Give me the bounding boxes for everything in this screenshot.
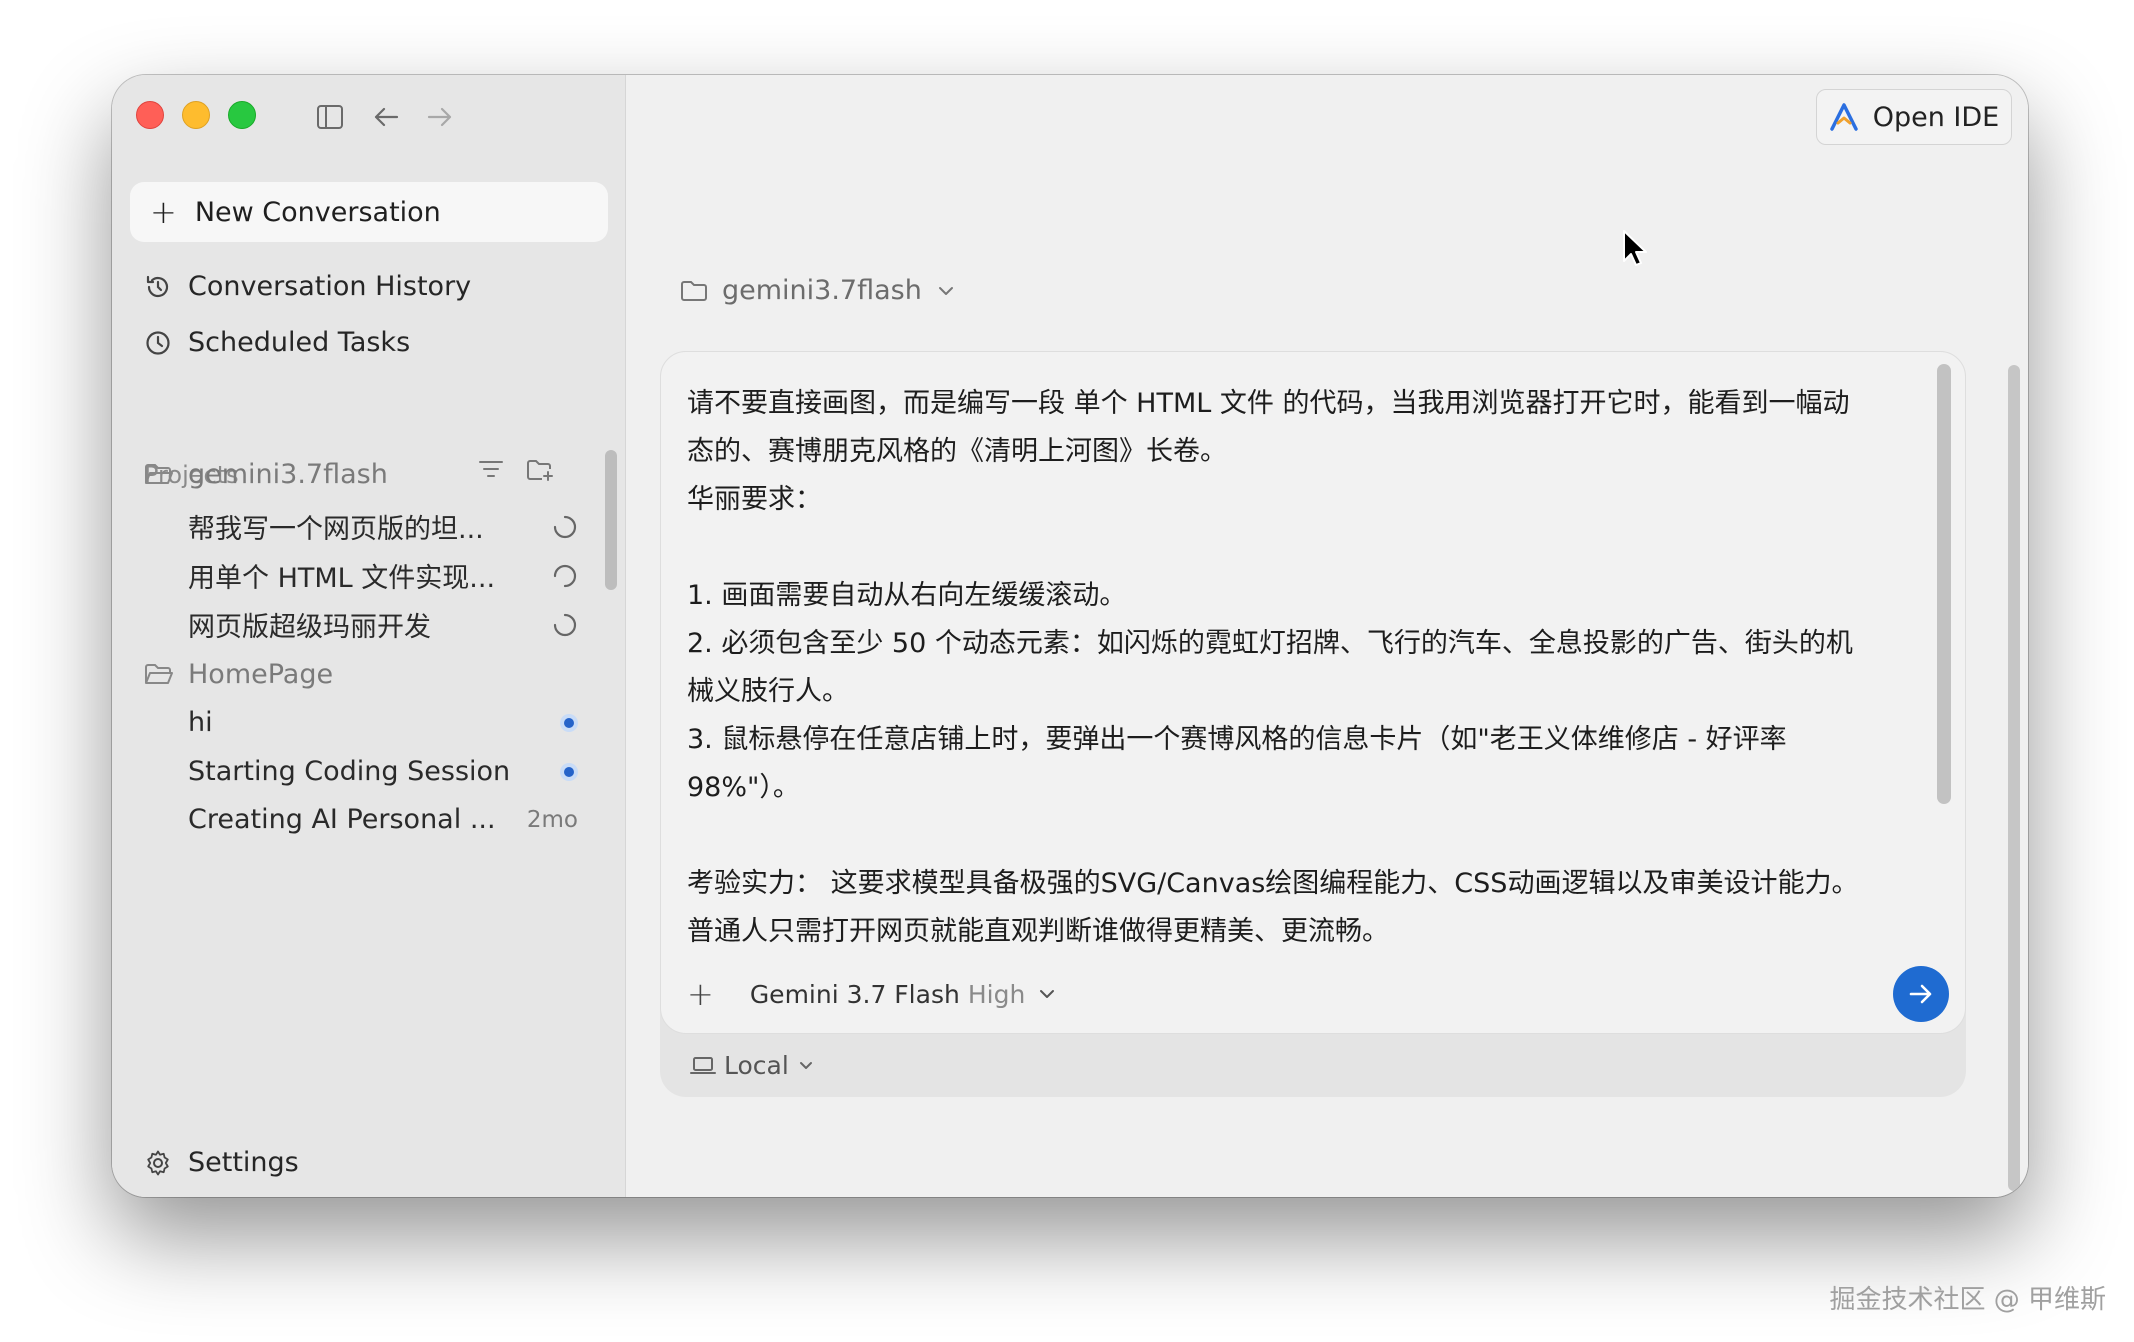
filter-icon[interactable]	[478, 458, 504, 480]
back-arrow-icon[interactable]	[370, 101, 402, 133]
sidebar-toggle-icon[interactable]	[314, 101, 346, 133]
composer-toolbar: + Gemini 3.7 Flash High	[687, 962, 1949, 1026]
conversation-title: hi	[188, 707, 213, 738]
close-window-button[interactable]	[136, 101, 164, 129]
forward-arrow-icon[interactable]	[424, 101, 456, 133]
sidebar: + New Conversation Conversation History …	[112, 75, 626, 1197]
prompt-line: 华丽要求：	[687, 484, 822, 515]
environment-label: Local	[724, 1051, 789, 1080]
new-conversation-button[interactable]: + New Conversation	[130, 182, 608, 242]
project-selector[interactable]: gemini3.7flash	[680, 275, 954, 306]
main-scrollbar[interactable]	[2008, 365, 2020, 1191]
conversation-item[interactable]: Creating AI Personal ... 2mo	[188, 804, 578, 835]
composer-scrollbar[interactable]	[1937, 364, 1951, 804]
prompt-line: 械义肢行人。	[687, 676, 849, 707]
prompt-text-area[interactable]: 请不要直接画图，而是编写一段 单个 HTML 文件 的代码，当我用浏览器打开它时…	[687, 380, 1907, 960]
plus-icon: +	[150, 193, 177, 231]
prompt-line: 98%"）。	[687, 772, 800, 803]
conversation-item[interactable]: hi	[188, 707, 578, 738]
conversation-title: Starting Coding Session	[188, 756, 508, 787]
loading-spinner-icon	[553, 515, 577, 538]
conversation-item[interactable]: 用单个 HTML 文件实现...	[188, 556, 578, 595]
composer-container: 请不要直接画图，而是编写一段 单个 HTML 文件 的代码，当我用浏览器打开它时…	[660, 351, 1966, 1097]
conversation-title: Creating AI Personal ...	[188, 804, 496, 835]
unread-dot-icon	[560, 762, 578, 781]
conversation-history-item[interactable]: Conversation History	[144, 271, 471, 302]
conversation-title: 用单个 HTML 文件实现...	[188, 563, 496, 594]
projects-actions	[478, 458, 554, 482]
prompt-line	[687, 812, 1907, 860]
scheduled-tasks-label: Scheduled Tasks	[188, 327, 411, 358]
sidebar-scrollbar[interactable]	[605, 450, 617, 590]
laptop-icon	[690, 1056, 716, 1074]
folder-icon	[681, 280, 707, 301]
prompt-line: 1. 画面需要自动从右向左缓缓滚动。	[687, 580, 1127, 611]
window-controls	[136, 101, 256, 129]
conversation-history-label: Conversation History	[188, 271, 472, 302]
project-name: HomePage	[188, 659, 334, 690]
project-folder-homepage[interactable]: HomePage	[144, 659, 333, 690]
loading-spinner-icon	[553, 613, 577, 636]
ide-logo-icon	[1829, 103, 1858, 131]
prompt-composer[interactable]: 请不要直接画图，而是编写一段 单个 HTML 文件 的代码，当我用浏览器打开它时…	[660, 351, 1966, 1034]
app-window: + New Conversation Conversation History …	[112, 75, 2028, 1197]
conversation-title: 网页版超级玛丽开发	[188, 612, 431, 643]
folder-open-icon	[145, 463, 173, 484]
add-attachment-button[interactable]: +	[687, 975, 714, 1013]
conversation-age: 2mo	[526, 806, 578, 833]
prompt-line: 请不要直接画图，而是编写一段 单个 HTML 文件 的代码，当我用浏览器打开它时…	[687, 388, 1850, 419]
clock-icon	[146, 330, 170, 355]
prompt-line: 态的、赛博朋克风格的《清明上河图》长卷。	[687, 436, 1227, 467]
watermark: 掘金技术社区 @ 甲维斯	[1829, 1285, 2106, 1315]
project-name: gemini3.7flash	[188, 459, 388, 490]
main-panel: Open IDE gemini3.7flash 请不要直接画图，而是编写一段 单…	[626, 75, 2028, 1197]
chevron-down-icon	[938, 286, 953, 295]
model-level[interactable]: High	[968, 980, 1025, 1009]
conversation-item[interactable]: 帮我写一个网页版的坦...	[188, 507, 578, 546]
prompt-line: 考验实力： 这要求模型具备极强的SVG/Canvas绘图编程能力、CSS动画逻辑…	[687, 868, 1859, 899]
conversation-item[interactable]: Starting Coding Session	[188, 756, 578, 787]
open-ide-label: Open IDE	[1872, 101, 2000, 133]
settings-label: Settings	[188, 1147, 299, 1178]
chevron-down-icon	[799, 1062, 812, 1069]
unread-dot-icon	[560, 713, 578, 732]
project-folder-gemini[interactable]: gemini3.7flash	[144, 459, 388, 490]
new-conversation-label: New Conversation	[194, 196, 441, 228]
conversation-title: 帮我写一个网页版的坦...	[188, 514, 484, 545]
model-selector[interactable]: Gemini 3.7 Flash	[750, 980, 960, 1009]
conversation-item[interactable]: 网页版超级玛丽开发	[188, 605, 578, 644]
open-ide-button[interactable]: Open IDE	[1816, 89, 2012, 145]
scheduled-tasks-item[interactable]: Scheduled Tasks	[144, 327, 410, 358]
send-button[interactable]	[1893, 966, 1949, 1022]
settings-item[interactable]: Settings	[144, 1147, 299, 1178]
gear-icon	[147, 1150, 169, 1175]
prompt-line: 3. 鼠标悬停在任意店铺上时，要弹出一个赛博风格的信息卡片（如"老王义体维修店 …	[687, 724, 1787, 755]
prompt-line: 2. 必须包含至少 50 个动态元素：如闪烁的霓虹灯招牌、飞行的汽车、全息投影的…	[687, 628, 1853, 659]
prompt-line: 普通人只需打开网页就能直观判断谁做得更精美、更流畅。	[687, 916, 1389, 947]
history-icon	[146, 275, 169, 297]
project-selector-label: gemini3.7flash	[722, 275, 922, 306]
minimize-window-button[interactable]	[182, 101, 210, 129]
arrow-right-icon	[1909, 984, 1932, 1004]
chevron-down-icon[interactable]	[1039, 989, 1055, 999]
mouse-cursor-icon	[1623, 230, 1647, 266]
environment-selector[interactable]: Local	[690, 1051, 813, 1080]
folder-open-icon	[145, 663, 173, 684]
loading-spinner-icon	[553, 564, 577, 587]
zoom-window-button[interactable]	[228, 101, 256, 129]
new-folder-icon[interactable]	[526, 458, 554, 482]
prompt-line	[687, 524, 1907, 572]
